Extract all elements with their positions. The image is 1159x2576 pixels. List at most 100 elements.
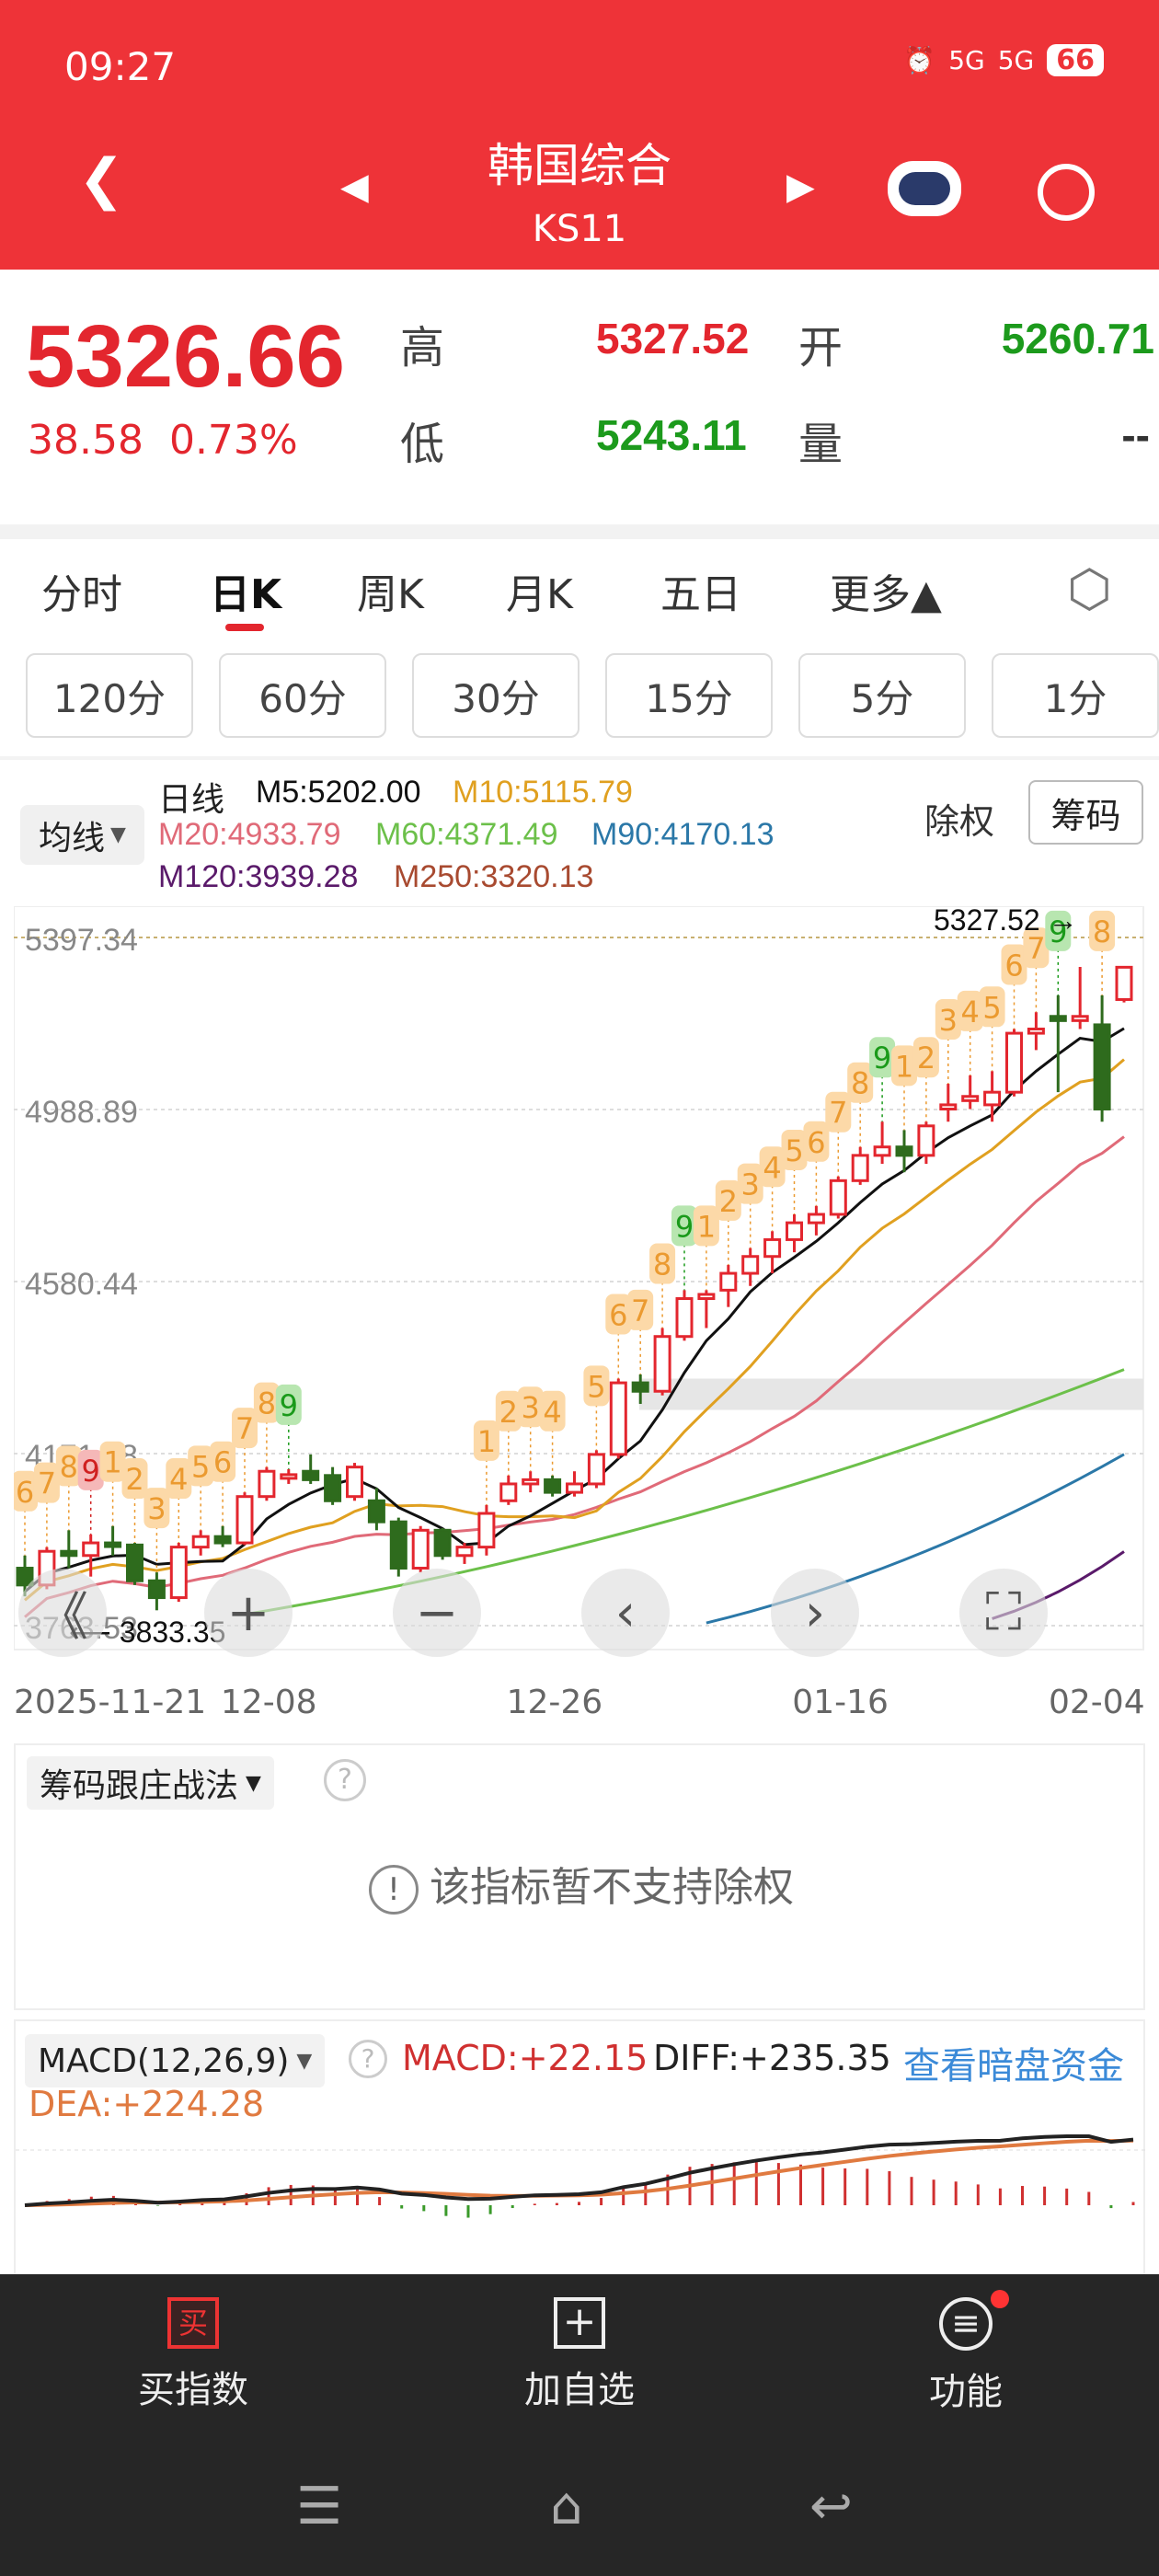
functions-label: 功能 [929,2371,1003,2413]
buy-index-button[interactable]: 买 买指数 [74,2297,313,2413]
candle-up [235,1495,254,1545]
strategy-selector[interactable]: 筹码跟庄战法 ▼ [27,1756,274,1810]
add-watchlist-button[interactable]: + 加自选 [460,2297,699,2413]
macd-panel: MACD(12,26,9) ▼ ? MACD:+22.15 DIFF:+235.3… [14,2019,1147,2282]
dark-pool-link[interactable]: 查看暗盘资金 [903,2036,1124,2089]
minute-period-row: 120分 60分 30分 15分 5分 1分 [0,653,1159,741]
td-count-label: 6 [807,1125,825,1160]
open-label: 开 [798,322,843,374]
minute-5-button[interactable]: 5分 [798,653,966,738]
ma-legend: 均线 ▼ 日线 M5:5202.00 M10:5115.79 M20:4933.7… [0,764,1159,902]
macd-selector[interactable]: MACD(12,26,9) ▼ [25,2034,326,2087]
robot-assistant-icon[interactable] [888,161,961,216]
td-count-label: 2 [719,1184,738,1219]
macd-chart [16,2133,1147,2218]
search-icon[interactable] [1038,164,1095,221]
ex-right-button[interactable]: 除权 [924,793,994,844]
candle-up [1005,1031,1023,1094]
minute-60-button[interactable]: 60分 [219,653,386,738]
next-index-icon[interactable]: ▶ [786,166,815,208]
zoom-out-button[interactable]: − [393,1569,481,1657]
tab-intraday[interactable]: 分时 [41,561,122,620]
buy-index-label: 买指数 [138,2369,248,2411]
minute-15-button[interactable]: 15分 [605,653,773,738]
help-icon[interactable]: ? [324,1759,366,1801]
tab-more[interactable]: 更多▲ [830,561,942,620]
last-price: 5326.66 [26,307,346,406]
active-tab-indicator [225,624,264,631]
x-tick-label: 01-16 [792,1684,889,1721]
page-title: 韩国综合 [488,139,671,192]
candle-down [324,1474,342,1502]
ma-selector[interactable]: 均线 ▼ [20,805,144,865]
tab-five-day[interactable]: 五日 [660,561,741,620]
settings-icon[interactable]: ⬡ [1067,559,1112,619]
zoom-in-button[interactable]: + [204,1569,293,1657]
back-nav-icon[interactable]: ↩ [809,2477,853,2536]
td-count-label: 4 [169,1462,188,1497]
change-percent: 0.73% [168,417,298,464]
recent-apps-icon[interactable]: ☰ [296,2477,342,2536]
tab-daily-k[interactable]: 日K [210,561,281,620]
chevron-right-icon: › [804,1582,826,1643]
scroll-right-button[interactable]: › [771,1569,859,1657]
buy-icon: 买 [167,2297,219,2349]
ma10-line [24,1058,1125,1602]
candle-up [786,1221,803,1241]
td-count-label: 9 [82,1454,100,1489]
candle-up [741,1255,760,1275]
candle-up [258,1469,276,1499]
home-icon[interactable]: ⌂ [550,2477,583,2536]
td-count-label: 1 [477,1424,496,1459]
double-chevron-left-icon: 《 [37,1587,88,1648]
td-count-label: 9 [873,1041,891,1075]
td-count-label: 8 [653,1248,671,1282]
kline-chart[interactable]: 5397.344988.894580.444171.983763.5367891… [14,906,1145,1651]
m90-line [706,1453,1125,1625]
candle-up [477,1512,496,1549]
candle-up [1071,1015,1089,1022]
candle-up [961,1095,980,1102]
open-value: 5260.71 [1001,315,1154,362]
add-watchlist-label: 加自选 [524,2369,635,2411]
minute-120-button[interactable]: 120分 [26,653,193,738]
info-icon: ! [369,1865,419,1915]
candle-down [544,1478,562,1494]
notice-text: 该指标暂不支持除权 [430,1864,794,1911]
functions-button[interactable]: ≡ 功能 [846,2290,1085,2415]
candle-down [302,1469,320,1481]
td-count-label: 8 [851,1066,869,1101]
status-icons: ⏰ 5G 5G 66 [903,44,1104,76]
status-time: 09:27 [64,44,177,89]
x-tick-label: 12-08 [220,1684,317,1721]
price-change: 38.58 0.73% [28,417,298,464]
chips-button[interactable]: 筹码 [1028,780,1143,845]
candle-up [566,1482,583,1494]
first-page-button[interactable]: 《 [18,1569,107,1657]
index-code: KS11 [532,208,627,250]
candle-up [675,1297,694,1339]
header-bar: 09:27 ⏰ 5G 5G 66 ❮ ◀ 韩国综合 KS11 ▶ [0,0,1159,270]
candle-down [895,1145,913,1157]
candle-up [653,1335,671,1393]
battery-icon: 66 [1047,44,1104,76]
candle-down [147,1579,166,1600]
x-tick-label: 02-04 [1049,1684,1145,1721]
tab-monthly-k[interactable]: 月K [506,561,573,620]
scroll-left-button[interactable]: ‹ [581,1569,670,1657]
candle-up [1027,1028,1045,1035]
bottom-bar: 买 买指数 + 加自选 ≡ 功能 ☰ ⌂ ↩ [0,2274,1159,2576]
minute-1-button[interactable]: 1分 [992,653,1159,738]
fullscreen-button[interactable]: ⛶ [959,1569,1048,1657]
td-count-label: 6 [16,1475,34,1510]
ma-type: 日线 [158,780,225,818]
help-icon[interactable]: ? [349,2040,387,2078]
candle-up [1115,965,1133,1001]
td-count-label: 5 [191,1449,210,1484]
td-count-label: 5 [982,990,1001,1025]
caret-down-icon: ▼ [246,1771,261,1795]
tab-weekly-k[interactable]: 周K [357,561,424,620]
minute-30-button[interactable]: 30分 [412,653,580,738]
candle-up [763,1237,782,1259]
diff-value: DIFF:+235.35 [653,2038,891,2078]
